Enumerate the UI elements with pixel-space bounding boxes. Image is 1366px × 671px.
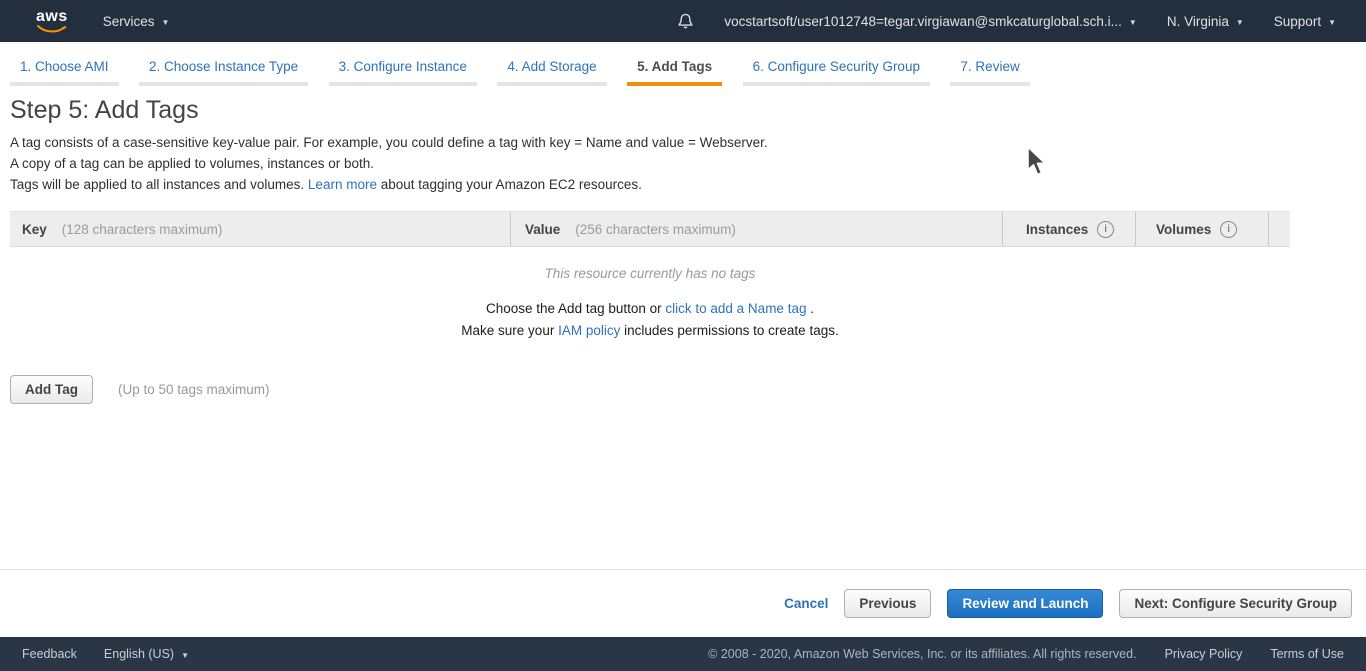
privacy-policy-link[interactable]: Privacy Policy [1165,647,1243,661]
chevron-down-icon: ▼ [181,650,189,660]
chevron-down-icon: ▼ [1328,17,1336,27]
wizard-action-bar: Cancel Previous Review and Launch Next: … [0,569,1366,637]
account-label: vocstartsoft/user1012748=tegar.virgiawan… [724,13,1122,29]
help-text: Make sure your [461,323,559,338]
description-line-3: Tags will be applied to all instances an… [10,174,1356,195]
value-header-label: Value [525,221,561,237]
chevron-down-icon: ▼ [1128,17,1137,27]
cancel-link[interactable]: Cancel [784,596,828,611]
feedback-link[interactable]: Feedback [22,647,77,661]
volumes-info-icon[interactable]: i [1220,220,1238,238]
tab-2-choose-instance-type[interactable]: 2. Choose Instance Type [139,54,309,86]
no-tags-message: This resource currently has no tags [544,266,756,281]
region-menu[interactable]: N. Virginia ▼ [1167,14,1244,29]
help-text: Choose the Add tag button or [486,301,666,316]
value-column-header: Value (256 characters maximum) [510,212,1002,246]
tab-7-review[interactable]: 7. Review [950,54,1030,86]
description-text: about tagging your Amazon EC2 resources. [376,177,642,192]
account-menu[interactable]: vocstartsoft/user1012748=tegar.virgiawan… [724,14,1136,29]
footer-bar: Feedback English (US) ▼ © 2008 - 2020, A… [0,637,1366,671]
tags-table-header: Key (128 characters maximum) Value (256 … [10,211,1290,247]
empty-help-line-1: Choose the Add tag button or click to ad… [10,298,1290,320]
support-label: Support [1273,13,1322,29]
previous-button[interactable]: Previous [844,589,932,618]
max-tags-hint: (Up to 50 tags maximum) [118,382,270,397]
key-column-header: Key (128 characters maximum) [10,212,510,246]
header-spacer [1268,212,1290,246]
tab-4-add-storage[interactable]: 4. Add Storage [497,54,607,86]
description-text: A tag consists of a case-sensitive key-v… [10,135,768,150]
description-line-1: A tag consists of a case-sensitive key-v… [10,132,1356,153]
next-configure-security-group-button[interactable]: Next: Configure Security Group [1119,589,1352,618]
tab-3-configure-instance[interactable]: 3. Configure Instance [328,54,477,86]
learn-more-link[interactable]: Learn more [308,177,377,192]
key-header-label: Key [22,221,47,237]
description-line-2: A copy of a tag can be applied to volume… [10,153,1356,174]
copyright-text: © 2008 - 2020, Amazon Web Services, Inc.… [708,647,1137,661]
services-label: Services [102,13,155,29]
volumes-column-header: Volumes i [1135,212,1268,246]
language-label: English (US) [103,647,175,661]
support-menu[interactable]: Support ▼ [1274,14,1336,29]
volumes-header-label: Volumes [1156,221,1212,237]
terms-of-use-link[interactable]: Terms of Use [1270,647,1344,661]
empty-tags-area: This resource currently has no tags Choo… [10,266,1290,342]
aws-smile-icon [36,24,67,32]
help-text: . [806,301,814,316]
empty-help-line-2: Make sure your IAM policy includes permi… [10,320,1290,342]
instances-column-header: Instances i [1002,212,1135,246]
aws-logo-text: aws [36,7,68,25]
page-title: Step 5: Add Tags [10,96,199,124]
key-header-hint: (128 characters maximum) [61,221,223,237]
value-header-hint: (256 characters maximum) [575,221,736,237]
tab-6-configure-security-group[interactable]: 6. Configure Security Group [742,54,930,86]
instances-info-icon[interactable]: i [1097,220,1115,238]
add-tag-button[interactable]: Add Tag [10,375,93,404]
wizard-step-tabs: 1. Choose AMI 2. Choose Instance Type 3.… [0,42,1366,86]
notifications-bell-icon[interactable] [677,12,694,31]
tab-1-choose-ami[interactable]: 1. Choose AMI [10,54,119,86]
instances-header-label: Instances [1026,221,1089,237]
chevron-down-icon: ▼ [1235,17,1244,27]
aws-logo[interactable]: aws [36,7,68,34]
add-tag-row: Add Tag (Up to 50 tags maximum) [10,375,1356,404]
topnav-right-group: vocstartsoft/user1012748=tegar.virgiawan… [677,12,1366,31]
region-label: N. Virginia [1166,13,1229,29]
tags-table: Key (128 characters maximum) Value (256 … [10,211,1290,247]
top-navbar: aws Services ▼ vocstartsoft/user1012748=… [0,0,1366,42]
empty-help-text: Choose the Add tag button or click to ad… [10,298,1290,342]
review-and-launch-button[interactable]: Review and Launch [947,589,1104,618]
main-content: Step 5: Add Tags A tag consists of a cas… [0,86,1366,569]
services-menu[interactable]: Services ▼ [103,14,170,29]
add-name-tag-link[interactable]: click to add a Name tag [665,301,806,316]
help-text: includes permissions to create tags. [620,323,839,338]
tab-5-add-tags[interactable]: 5. Add Tags [627,54,723,86]
description-text: A copy of a tag can be applied to volume… [10,156,374,171]
chevron-down-icon: ▼ [161,17,170,27]
description-text: Tags will be applied to all instances an… [10,177,308,192]
iam-policy-link[interactable]: IAM policy [558,323,620,338]
language-selector[interactable]: English (US) ▼ [104,647,189,661]
